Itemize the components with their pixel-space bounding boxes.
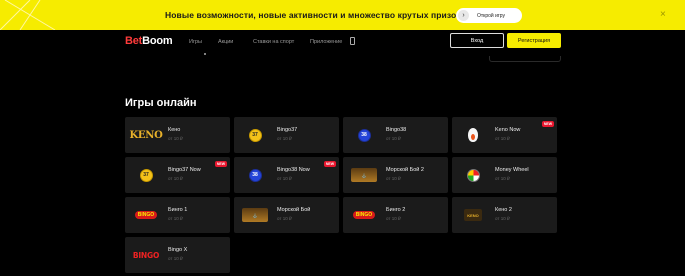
game-name: Кено bbox=[168, 127, 181, 133]
game-card-keno[interactable]: KENO Кено от 10 ₽ bbox=[125, 117, 230, 153]
game-price: от 10 ₽ bbox=[277, 136, 292, 141]
keno2-logo-icon: KENO bbox=[456, 204, 490, 226]
game-card-keno-now[interactable]: NEW Keno Now от 10 ₽ bbox=[452, 117, 557, 153]
game-price: от 10 ₽ bbox=[168, 256, 183, 261]
game-name: Бинго 1 bbox=[168, 207, 188, 213]
game-name: Bingo X bbox=[168, 247, 188, 253]
chevron-right-icon: › bbox=[458, 10, 469, 21]
game-card-bingo-2[interactable]: BINGO Бинго 2 от 10 ₽ bbox=[343, 197, 448, 233]
dropdown-tab[interactable] bbox=[489, 56, 561, 62]
betboom-logo[interactable]: BetBoom bbox=[125, 35, 173, 47]
ball-38-icon: 38 bbox=[347, 124, 381, 146]
promo-text: Новые возможности, новые активности и мн… bbox=[165, 10, 462, 20]
game-name: Кено 2 bbox=[495, 207, 512, 213]
nav-app[interactable]: Приложение bbox=[310, 39, 342, 45]
ball-38-icon: 38 bbox=[238, 164, 272, 186]
games-grid: KENO Кено от 10 ₽ 37 Bingo37 от 10 ₽ 38 … bbox=[125, 117, 562, 273]
game-name: Бинго 2 bbox=[386, 207, 406, 213]
sea-battle-icon: ⚓ bbox=[238, 204, 272, 226]
game-name: Bingo38 bbox=[386, 127, 407, 133]
game-card-keno-2[interactable]: KENO Кено 2 от 10 ₽ bbox=[452, 197, 557, 233]
game-card-bingo38[interactable]: 38 Bingo38 от 10 ₽ bbox=[343, 117, 448, 153]
game-price: от 10 ₽ bbox=[386, 176, 401, 181]
game-price: от 10 ₽ bbox=[495, 176, 510, 181]
game-name: Bingo38 Now bbox=[277, 167, 310, 173]
game-card-bingo37-now[interactable]: NEW 37 Bingo37 Now от 10 ₽ bbox=[125, 157, 230, 193]
game-card-bingo-1[interactable]: BINGO Бинго 1 от 10 ₽ bbox=[125, 197, 230, 233]
logo-boom: Boom bbox=[142, 35, 173, 47]
game-card-sea-battle[interactable]: ⚓ Морской Бой от 10 ₽ bbox=[234, 197, 339, 233]
open-game-button[interactable]: › Открой игру bbox=[456, 8, 522, 23]
keno-logo-icon: KENO bbox=[129, 129, 163, 141]
bingo-logo-icon: BINGO bbox=[347, 204, 381, 226]
game-price: от 10 ₽ bbox=[168, 176, 183, 181]
flame-icon bbox=[456, 124, 490, 146]
game-name: Морской Бой bbox=[277, 207, 311, 213]
new-badge: NEW bbox=[541, 121, 554, 127]
new-badge: NEW bbox=[323, 161, 336, 167]
game-name: Keno Now bbox=[495, 127, 521, 133]
logo-bet: Bet bbox=[125, 35, 143, 47]
bingox-logo-icon: BINGO bbox=[132, 250, 160, 260]
game-card-bingo-x[interactable]: BINGO Bingo X от 10 ₽ bbox=[125, 237, 230, 273]
promo-banner[interactable]: Новые возможности, новые активности и мн… bbox=[0, 0, 685, 30]
game-price: от 10 ₽ bbox=[386, 136, 401, 141]
game-price: от 10 ₽ bbox=[495, 216, 510, 221]
ball-37-icon: 37 bbox=[129, 164, 163, 186]
game-card-sea-battle-2[interactable]: ⚓ Морской Бой 2 от 10 ₽ bbox=[343, 157, 448, 193]
game-price: от 10 ₽ bbox=[277, 216, 292, 221]
open-game-label: Открой игру bbox=[477, 12, 505, 19]
game-price: от 10 ₽ bbox=[168, 136, 183, 141]
game-name: Money Wheel bbox=[495, 167, 529, 173]
section-title: Игры онлайн bbox=[125, 97, 197, 109]
nav-sports-betting[interactable]: Ставки на спорт bbox=[253, 39, 294, 45]
game-price: от 10 ₽ bbox=[168, 216, 183, 221]
login-button[interactable]: Вход bbox=[450, 33, 504, 48]
game-name: Морской Бой 2 bbox=[386, 167, 424, 173]
game-price: от 10 ₽ bbox=[277, 176, 292, 181]
nav-games[interactable]: Игры bbox=[189, 39, 202, 45]
register-button[interactable]: Регистрация bbox=[507, 33, 561, 48]
game-card-bingo37[interactable]: 37 Bingo37 от 10 ₽ bbox=[234, 117, 339, 153]
game-card-money-wheel[interactable]: Money Wheel от 10 ₽ bbox=[452, 157, 557, 193]
ball-37-icon: 37 bbox=[238, 124, 272, 146]
new-badge: NEW bbox=[214, 161, 227, 167]
active-nav-indicator bbox=[204, 53, 206, 55]
sea-battle-icon: ⚓ bbox=[347, 164, 381, 186]
game-card-bingo38-now[interactable]: NEW 38 Bingo38 Now от 10 ₽ bbox=[234, 157, 339, 193]
decorative-lines-icon bbox=[0, 0, 56, 30]
game-price: от 10 ₽ bbox=[386, 216, 401, 221]
game-name: Bingo37 bbox=[277, 127, 298, 133]
nav-promotions[interactable]: Акции bbox=[218, 39, 233, 45]
close-icon[interactable]: × bbox=[660, 9, 666, 20]
phone-icon bbox=[350, 37, 355, 45]
game-price: от 10 ₽ bbox=[495, 136, 510, 141]
wheel-icon bbox=[456, 164, 490, 186]
bingo-logo-icon: BINGO bbox=[129, 204, 163, 226]
game-name: Bingo37 Now bbox=[168, 167, 201, 173]
